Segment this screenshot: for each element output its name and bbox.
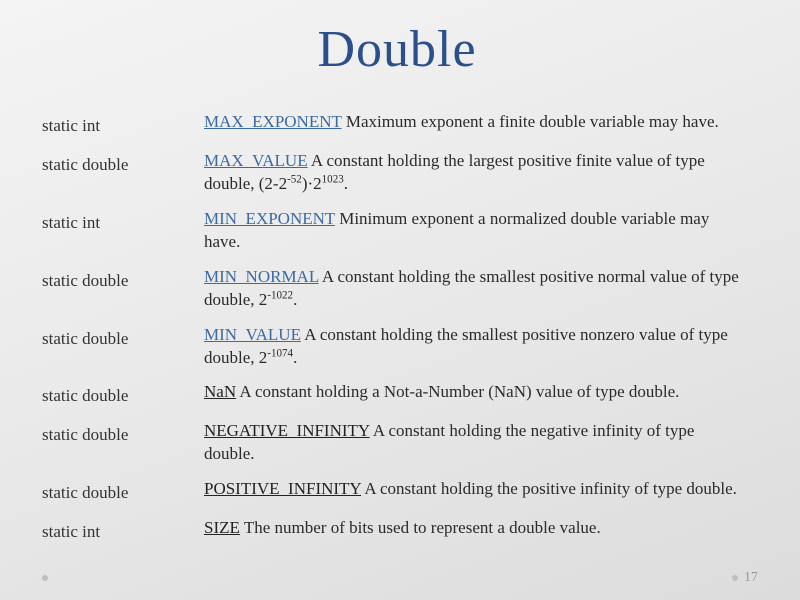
field-description: A constant holding the positive infinity… — [361, 479, 737, 498]
slide-footer: 17 — [0, 570, 800, 586]
superscript: -1074 — [267, 347, 293, 359]
desc-cell: NEGATIVE_INFINITY A constant holding the… — [204, 414, 752, 472]
table-row: static double MIN_NORMAL A constant hold… — [42, 260, 752, 318]
desc-tail: . — [293, 348, 297, 367]
field-name: SIZE — [204, 518, 240, 537]
desc-cell: SIZE The number of bits used to represen… — [204, 511, 752, 550]
field-name: POSITIVE_INFINITY — [204, 479, 361, 498]
superscript: 1023 — [322, 173, 344, 185]
table-row: static double NaN A constant holding a N… — [42, 375, 752, 414]
type-cell: static int — [42, 511, 204, 550]
field-description: Maximum exponent a finite double variabl… — [342, 112, 719, 131]
desc-cell: MIN_EXPONENT Minimum exponent a normaliz… — [204, 202, 752, 260]
table-row: static double MIN_VALUE A constant holdi… — [42, 318, 752, 376]
desc-cell: MIN_VALUE A constant holding the smalles… — [204, 318, 752, 376]
fields-table: static int MAX_EXPONENT Maximum exponent… — [42, 105, 752, 550]
field-link[interactable]: MIN_VALUE — [204, 325, 301, 344]
type-cell: static int — [42, 202, 204, 260]
table-row: static int SIZE The number of bits used … — [42, 511, 752, 550]
field-name: NaN — [204, 382, 236, 401]
type-cell: static int — [42, 105, 204, 144]
type-cell: static double — [42, 260, 204, 318]
field-description: A constant holding a Not-a-Number (NaN) … — [236, 382, 679, 401]
type-cell: static double — [42, 144, 204, 202]
desc-cell: NaN A constant holding a Not-a-Number (N… — [204, 375, 752, 414]
desc-cell: MIN_NORMAL A constant holding the smalle… — [204, 260, 752, 318]
table-row: static double MAX_VALUE A constant holdi… — [42, 144, 752, 202]
bullet-icon — [732, 575, 738, 581]
table-row: static double POSITIVE_INFINITY A consta… — [42, 472, 752, 511]
table-row: static double NEGATIVE_INFINITY A consta… — [42, 414, 752, 472]
desc-mid: )·2 — [302, 174, 322, 193]
page-title: Double — [42, 20, 752, 79]
bullet-icon — [42, 575, 48, 581]
desc-tail: . — [293, 290, 297, 309]
field-link[interactable]: MIN_EXPONENT — [204, 209, 335, 228]
field-link[interactable]: MAX_EXPONENT — [204, 112, 342, 131]
field-description: The number of bits used to represent a d… — [240, 518, 601, 537]
table-row: static int MIN_EXPONENT Minimum exponent… — [42, 202, 752, 260]
field-name: NEGATIVE_INFINITY — [204, 421, 370, 440]
field-link[interactable]: MIN_NORMAL — [204, 267, 319, 286]
desc-cell: MAX_VALUE A constant holding the largest… — [204, 144, 752, 202]
page-number-group: 17 — [732, 570, 758, 586]
type-cell: static double — [42, 414, 204, 472]
desc-cell: MAX_EXPONENT Maximum exponent a finite d… — [204, 105, 752, 144]
type-cell: static double — [42, 472, 204, 511]
desc-tail: . — [344, 174, 348, 193]
superscript: -1022 — [267, 289, 293, 301]
table-row: static int MAX_EXPONENT Maximum exponent… — [42, 105, 752, 144]
page-number: 17 — [744, 570, 758, 586]
desc-cell: POSITIVE_INFINITY A constant holding the… — [204, 472, 752, 511]
superscript: -52 — [287, 173, 302, 185]
slide: Double static int MAX_EXPONENT Maximum e… — [0, 0, 800, 600]
field-link[interactable]: MAX_VALUE — [204, 151, 308, 170]
type-cell: static double — [42, 375, 204, 414]
type-cell: static double — [42, 318, 204, 376]
